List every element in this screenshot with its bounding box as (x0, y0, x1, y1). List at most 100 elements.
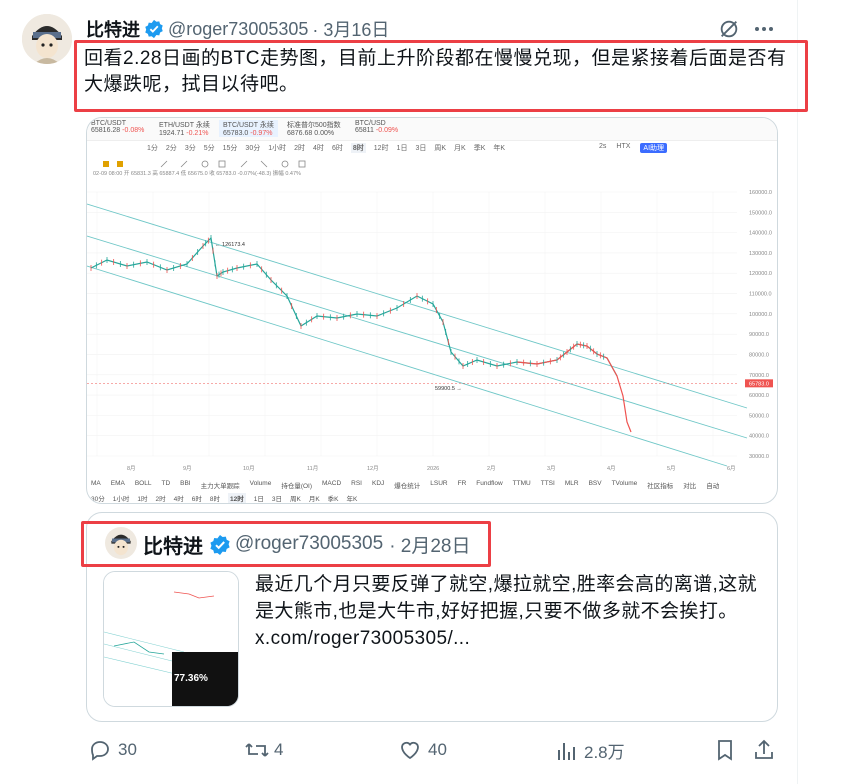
timeframe-option[interactable]: 月K (309, 493, 320, 503)
indicator-option[interactable]: RSI (351, 480, 362, 490)
author-name[interactable]: 比特进 (86, 16, 140, 42)
retweet-button[interactable]: 4 (244, 738, 283, 762)
exchange-select[interactable]: HTX (616, 143, 630, 153)
timeframe-option[interactable]: 5分 (204, 143, 215, 153)
timeframe-option[interactable]: 8时 (210, 493, 220, 503)
ticker-tab[interactable]: BTC/USDT 65816.28 -0.08% (91, 120, 144, 134)
tweet-date[interactable]: · 3月16日 (312, 16, 389, 42)
price-chart[interactable]: 160000.0 150000.0 140000.0 130000.0 120000.0… (87, 176, 777, 472)
timeframe-option[interactable]: 1时 (137, 493, 147, 503)
timeframe-option[interactable]: 季K (474, 143, 486, 153)
timeframe-option[interactable]: 年K (493, 143, 505, 153)
time-axis-label: 11月 (307, 465, 318, 472)
indicator-option[interactable]: 持仓量(OI) (281, 480, 312, 490)
price-axis-label: 60000.0 (749, 393, 769, 399)
like-button[interactable]: 40 (398, 738, 447, 762)
quoted-tweet-text: 最近几个月只要反弹了就空,爆拉就空,胜率会高的离谱,这就是大熊市,也是大牛市,好… (255, 574, 758, 649)
high-annotation: ← 126173.4 (215, 242, 245, 248)
indicator-option[interactable]: TD (161, 480, 170, 490)
timeframe-option[interactable]: 1日 (397, 143, 408, 153)
bookmark-button[interactable] (714, 738, 736, 762)
timeframe-option[interactable]: 4时 (313, 143, 324, 153)
timeframe-toolbar-bottom: 30分 1小时 1时 2时 4时 6时 8时 12时 1日 3日 周K 月K 季K 年K (91, 493, 357, 503)
price-axis-label: 120000.0 (749, 271, 772, 277)
timeframe-option[interactable]: 2分 (166, 143, 177, 153)
share-button[interactable] (752, 738, 776, 762)
ticker-tab-active[interactable]: BTC/USDT 永续 65783.0 -0.97% (219, 120, 278, 137)
timeframe-option[interactable]: 6时 (332, 143, 343, 153)
price-axis-label: 130000.0 (749, 251, 772, 257)
ticker-tab[interactable]: ETH/USDT 永续 1924.71 -0.21% (159, 120, 210, 137)
timeframe-option[interactable]: 3分 (185, 143, 196, 153)
timeframe-option[interactable]: 周K (434, 143, 446, 153)
indicator-option[interactable]: TTSI (541, 480, 555, 490)
indicator-option[interactable]: 社区指标 (647, 480, 673, 490)
reply-button[interactable]: 30 (88, 738, 137, 762)
indicator-option[interactable]: FR (458, 480, 467, 490)
indicator-option[interactable]: Fundflow (476, 480, 502, 490)
timeframe-option[interactable]: 2时 (294, 143, 305, 153)
time-axis-label: 3月 (547, 465, 556, 472)
indicator-option[interactable]: MA (91, 480, 101, 490)
channel-line (87, 235, 748, 439)
like-count: 40 (428, 740, 447, 759)
timeframe-option[interactable]: 8时 (350, 143, 366, 153)
reply-count: 30 (118, 740, 137, 759)
time-axis-label: 4月 (607, 465, 616, 472)
timeframe-option[interactable]: 月K (454, 143, 466, 153)
indicator-option[interactable]: 自动 (706, 480, 719, 490)
indicator-option[interactable]: LSUR (430, 480, 447, 490)
timeframe-option[interactable]: 2时 (155, 493, 165, 503)
views-button[interactable]: 2.8万 (556, 738, 625, 763)
timeframe-option[interactable]: 周K (290, 493, 301, 503)
ticker-tab[interactable]: BTC/USD 65811 -0.09% (355, 120, 398, 134)
ticker-tab[interactable]: 标准普尔500指数 6876.68 0.00% (287, 120, 341, 137)
timeframe-option[interactable]: 4时 (174, 493, 184, 503)
price-axis-label: 80000.0 (749, 352, 769, 358)
indicator-option[interactable]: 对比 (683, 480, 696, 490)
indicator-option[interactable]: BSV (589, 480, 602, 490)
indicator-option[interactable]: KDJ (372, 480, 384, 490)
ai-assistant-button[interactable]: AI助理 (640, 143, 668, 153)
timeframe-option[interactable]: 年K (347, 493, 358, 503)
chart-image[interactable]: BTC/USDT 65816.28 -0.08% ETH/USDT 永续 1924.… (86, 117, 778, 504)
indicator-option[interactable]: MLR (565, 480, 579, 490)
indicator-option[interactable]: TTMU (513, 480, 531, 490)
time-axis-label: 2月 (487, 465, 496, 472)
quoted-tweet[interactable]: 比特进 @roger73005305 · 2月28日 77.36% 最近几个月只… (81, 512, 778, 722)
price-axis-label: 90000.0 (749, 332, 769, 338)
author-avatar[interactable] (22, 14, 72, 64)
timeframe-option[interactable]: 6时 (192, 493, 202, 503)
channel-line (87, 203, 748, 409)
indicator-option[interactable]: 爆仓统计 (394, 480, 420, 490)
indicator-option[interactable]: MACD (322, 480, 341, 490)
timeframe-option[interactable]: 3日 (272, 493, 282, 503)
drawing-tools-row (101, 156, 761, 169)
time-axis-label: 6月 (727, 465, 736, 472)
indicator-option[interactable]: 主力大单跟踪 (201, 480, 240, 490)
timeframe-option[interactable]: 12时 (374, 143, 389, 153)
timeframe-option[interactable]: 3日 (415, 143, 426, 153)
timeframe-option[interactable]: 1小时 (268, 143, 286, 153)
time-axis-label: 5月 (667, 465, 676, 472)
quoted-media-thumbnail[interactable]: 77.36% (103, 571, 239, 707)
time-axis-label: 2026 (427, 466, 439, 472)
timeframe-option[interactable]: 15分 (223, 143, 238, 153)
price-axis-label: 40000.0 (749, 434, 769, 440)
indicator-option[interactable]: BOLL (135, 480, 152, 490)
drawing-tools-icons[interactable] (101, 159, 761, 169)
indicator-option[interactable]: EMA (111, 480, 125, 490)
timeframe-option[interactable]: 季K (328, 493, 339, 503)
timeframe-option[interactable]: 1日 (254, 493, 264, 503)
indicator-option[interactable]: TVolume (612, 480, 638, 490)
price-axis-label: 160000.0 (749, 190, 772, 196)
timeframe-option[interactable]: 30分 (245, 143, 260, 153)
author-handle[interactable]: @roger73005305 (168, 19, 308, 40)
timeframe-option[interactable]: 1分 (147, 143, 158, 153)
timeframe-option[interactable]: 1小时 (113, 493, 130, 503)
indicator-option[interactable]: BBI (180, 480, 190, 490)
refresh-rate[interactable]: 2s (599, 143, 606, 153)
indicator-option[interactable]: Volume (250, 480, 272, 490)
timeframe-option[interactable]: 12时 (227, 493, 246, 503)
timeframe-option[interactable]: 30分 (91, 493, 105, 503)
